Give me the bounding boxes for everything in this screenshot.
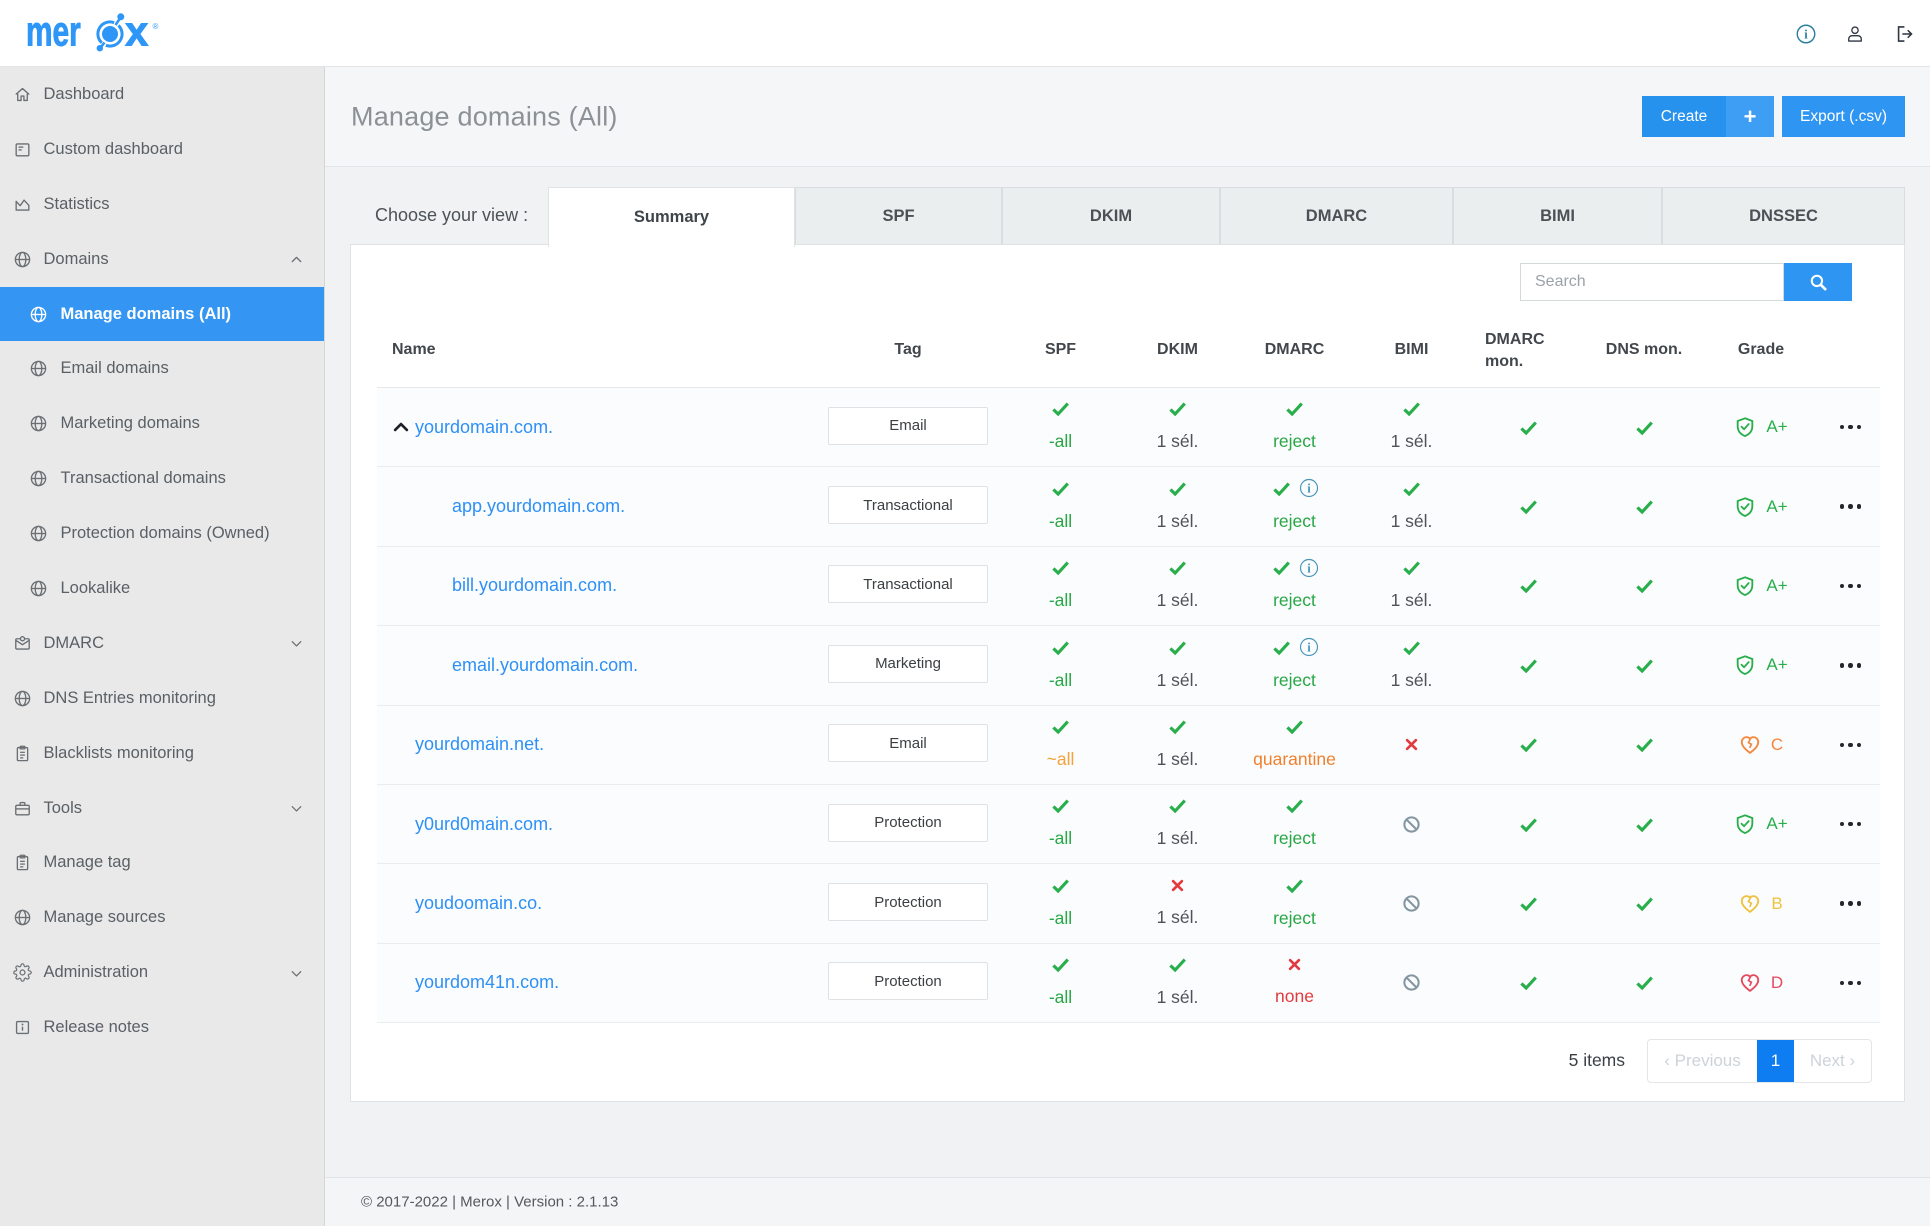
svg-text:®: ® [153,22,159,31]
svg-text:mer: mer [27,8,81,53]
svg-text:i: i [1804,28,1808,42]
svg-text:x: x [125,8,149,54]
